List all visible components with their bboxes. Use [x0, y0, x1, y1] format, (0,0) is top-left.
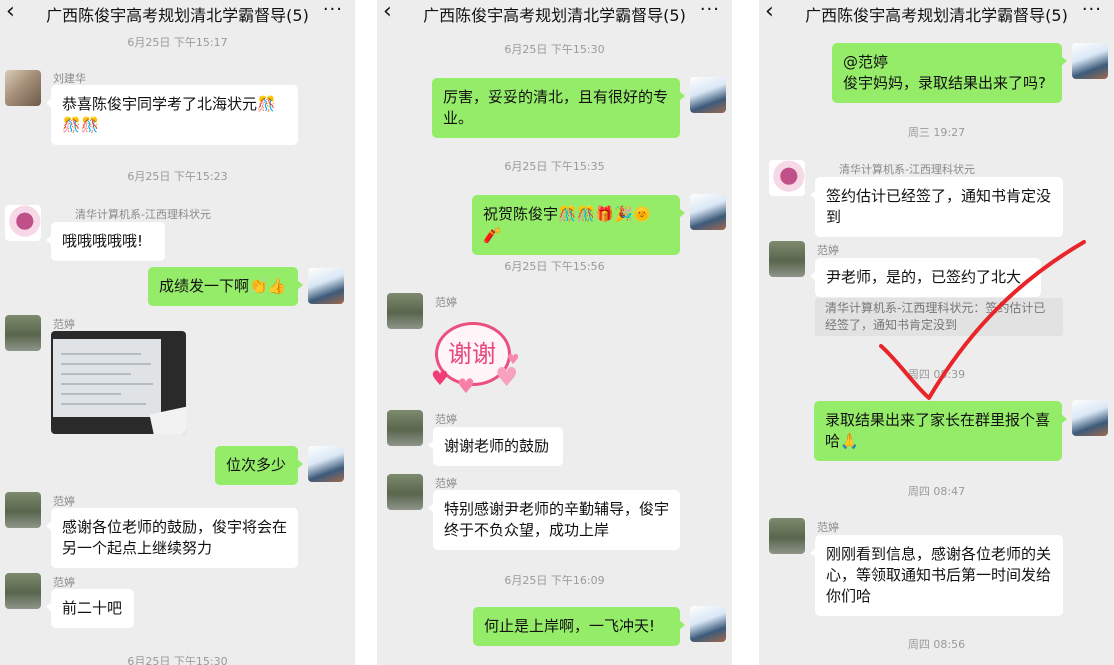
timestamp: 6月25日 下午15:56 — [504, 260, 605, 273]
chat-title: 广西陈俊宇高考规划清北学霸督导(5) — [46, 6, 309, 25]
more-dots-icon[interactable]: ··· — [1082, 0, 1102, 20]
panel-divider — [737, 0, 759, 665]
sender-name: 清华计算机系-江西理科状元 — [839, 163, 975, 176]
user-avatar[interactable] — [769, 241, 805, 277]
timestamp: 6月25日 下午15:30 — [127, 655, 228, 665]
user-avatar[interactable] — [690, 194, 726, 230]
sender-name: 范婷 — [53, 318, 75, 331]
message-bubble[interactable]: 谢谢老师的鼓励 — [428, 427, 563, 466]
timestamp: 6月25日 下午15:30 — [504, 43, 605, 56]
user-avatar[interactable] — [387, 410, 423, 446]
sender-name: 范婷 — [53, 495, 75, 508]
message-bubble-sent[interactable]: 位次多少 — [215, 446, 303, 485]
message-bubble[interactable]: 特别感谢尹老师的辛勤辅导，俊宇终于不负众望，成功上岸 — [428, 490, 680, 550]
message-bubble[interactable]: 哦哦哦哦哦! — [46, 222, 165, 261]
timestamp: 周四 08:56 — [907, 638, 966, 651]
panel-divider — [355, 0, 377, 665]
user-avatar[interactable] — [5, 315, 41, 351]
timestamp: 6月25日 下午15:23 — [127, 170, 228, 183]
heart-icon: ♥ — [507, 352, 520, 368]
message-bubble[interactable]: 刚刚看到信息，感谢各位老师的关心，等领取通知书后第一时间发给你们哈 — [810, 535, 1063, 616]
user-avatar[interactable] — [1072, 400, 1108, 436]
message-bubble-sent[interactable]: 成绩发一下啊👏👍 — [148, 267, 303, 306]
user-avatar[interactable] — [5, 70, 41, 106]
sender-name: 刘建华 — [53, 72, 86, 85]
timestamp: 周三 19:27 — [907, 126, 966, 139]
message-bubble[interactable]: 前二十吧 — [46, 589, 134, 628]
chat-header: ‹ 广西陈俊宇高考规划清北学霸督导(5) ··· — [0, 0, 355, 26]
timestamp: 6月25日 下午16:09 — [504, 574, 605, 587]
photo-message[interactable] — [51, 331, 186, 434]
user-avatar[interactable] — [690, 606, 726, 642]
chat-panel-3: ‹ 广西陈俊宇高考规划清北学霸督导(5) ··· @范婷 俊宇妈妈，录取结果出来… — [759, 0, 1114, 665]
sender-name: 范婷 — [435, 413, 457, 426]
message-bubble[interactable]: 签约估计已经签了，通知书肯定没到 — [810, 177, 1063, 237]
message-bubble[interactable]: 感谢各位老师的鼓励，俊宇将会在另一个起点上继续努力 — [46, 508, 298, 568]
timestamp: 6月25日 下午15:35 — [504, 160, 605, 173]
user-avatar[interactable] — [308, 268, 344, 304]
sender-name: 范婷 — [435, 477, 457, 490]
quoted-reply[interactable]: 清华计算机系-江西理科状元：签约估计已经签了，通知书肯定没到 — [815, 298, 1063, 336]
sender-name: 范婷 — [817, 244, 839, 257]
user-avatar[interactable] — [5, 492, 41, 528]
timestamp: 周四 08:47 — [907, 485, 966, 498]
message-bubble-sent[interactable]: 厉害，妥妥的清北，且有很好的专业。 — [432, 78, 685, 138]
message-bubble-sent[interactable]: 录取结果出来了家长在群里报个喜哈🙏 — [814, 401, 1067, 461]
user-avatar[interactable] — [769, 160, 805, 196]
heart-icon: ♥ — [457, 374, 475, 398]
user-avatar[interactable] — [387, 293, 423, 329]
chat-title: 广西陈俊宇高考规划清北学霸督导(5) — [423, 6, 686, 25]
user-avatar[interactable] — [690, 77, 726, 113]
timestamp: 6月25日 下午15:17 — [127, 36, 228, 49]
sender-name: 范婷 — [435, 296, 457, 309]
user-avatar[interactable] — [769, 518, 805, 554]
heart-icon: ♥ — [495, 363, 519, 393]
message-bubble[interactable]: 恭喜陈俊宇同学考了北海状元🎊🎊🎊 — [46, 85, 298, 145]
chat-header: ‹ 广西陈俊宇高考规划清北学霸督导(5) ··· — [377, 0, 732, 26]
user-avatar[interactable] — [1072, 43, 1108, 79]
message-bubble-sent[interactable]: 何止是上岸啊，一飞冲天! — [473, 607, 685, 646]
user-avatar[interactable] — [5, 573, 41, 609]
user-avatar[interactable] — [308, 446, 344, 482]
message-bubble-sent[interactable]: 祝贺陈俊宇🎊🎊🎁🎉🌞🧨 — [472, 195, 685, 255]
timestamp: 周四 08:39 — [907, 368, 966, 381]
user-avatar[interactable] — [5, 205, 41, 241]
sender-name: 范婷 — [817, 521, 839, 534]
sender-name: 清华计算机系-江西理科状元 — [75, 208, 211, 221]
heart-icon: ♥ — [431, 366, 449, 390]
more-dots-icon[interactable]: ··· — [700, 0, 720, 20]
chat-header: ‹ 广西陈俊宇高考规划清北学霸督导(5) ··· — [759, 0, 1114, 26]
message-bubble[interactable]: 尹老师，是的，已签约了北大 — [810, 258, 1041, 297]
more-dots-icon[interactable]: ··· — [323, 0, 343, 20]
chat-title: 广西陈俊宇高考规划清北学霸督导(5) — [805, 6, 1068, 25]
thanks-sticker[interactable]: 谢谢 ♥ ♥ ♥ ♥ — [427, 310, 527, 400]
chat-panel-2: ‹ 广西陈俊宇高考规划清北学霸督导(5) ··· 6月25日 下午15:30 厉… — [377, 0, 732, 665]
sender-name: 范婷 — [53, 576, 75, 589]
message-bubble-sent[interactable]: @范婷 俊宇妈妈，录取结果出来了吗? — [832, 43, 1067, 103]
chat-panel-1: ‹ 广西陈俊宇高考规划清北学霸督导(5) ··· 6月25日 下午15:17 刘… — [0, 0, 355, 665]
user-avatar[interactable] — [387, 474, 423, 510]
laptop-screen-image — [53, 339, 161, 417]
